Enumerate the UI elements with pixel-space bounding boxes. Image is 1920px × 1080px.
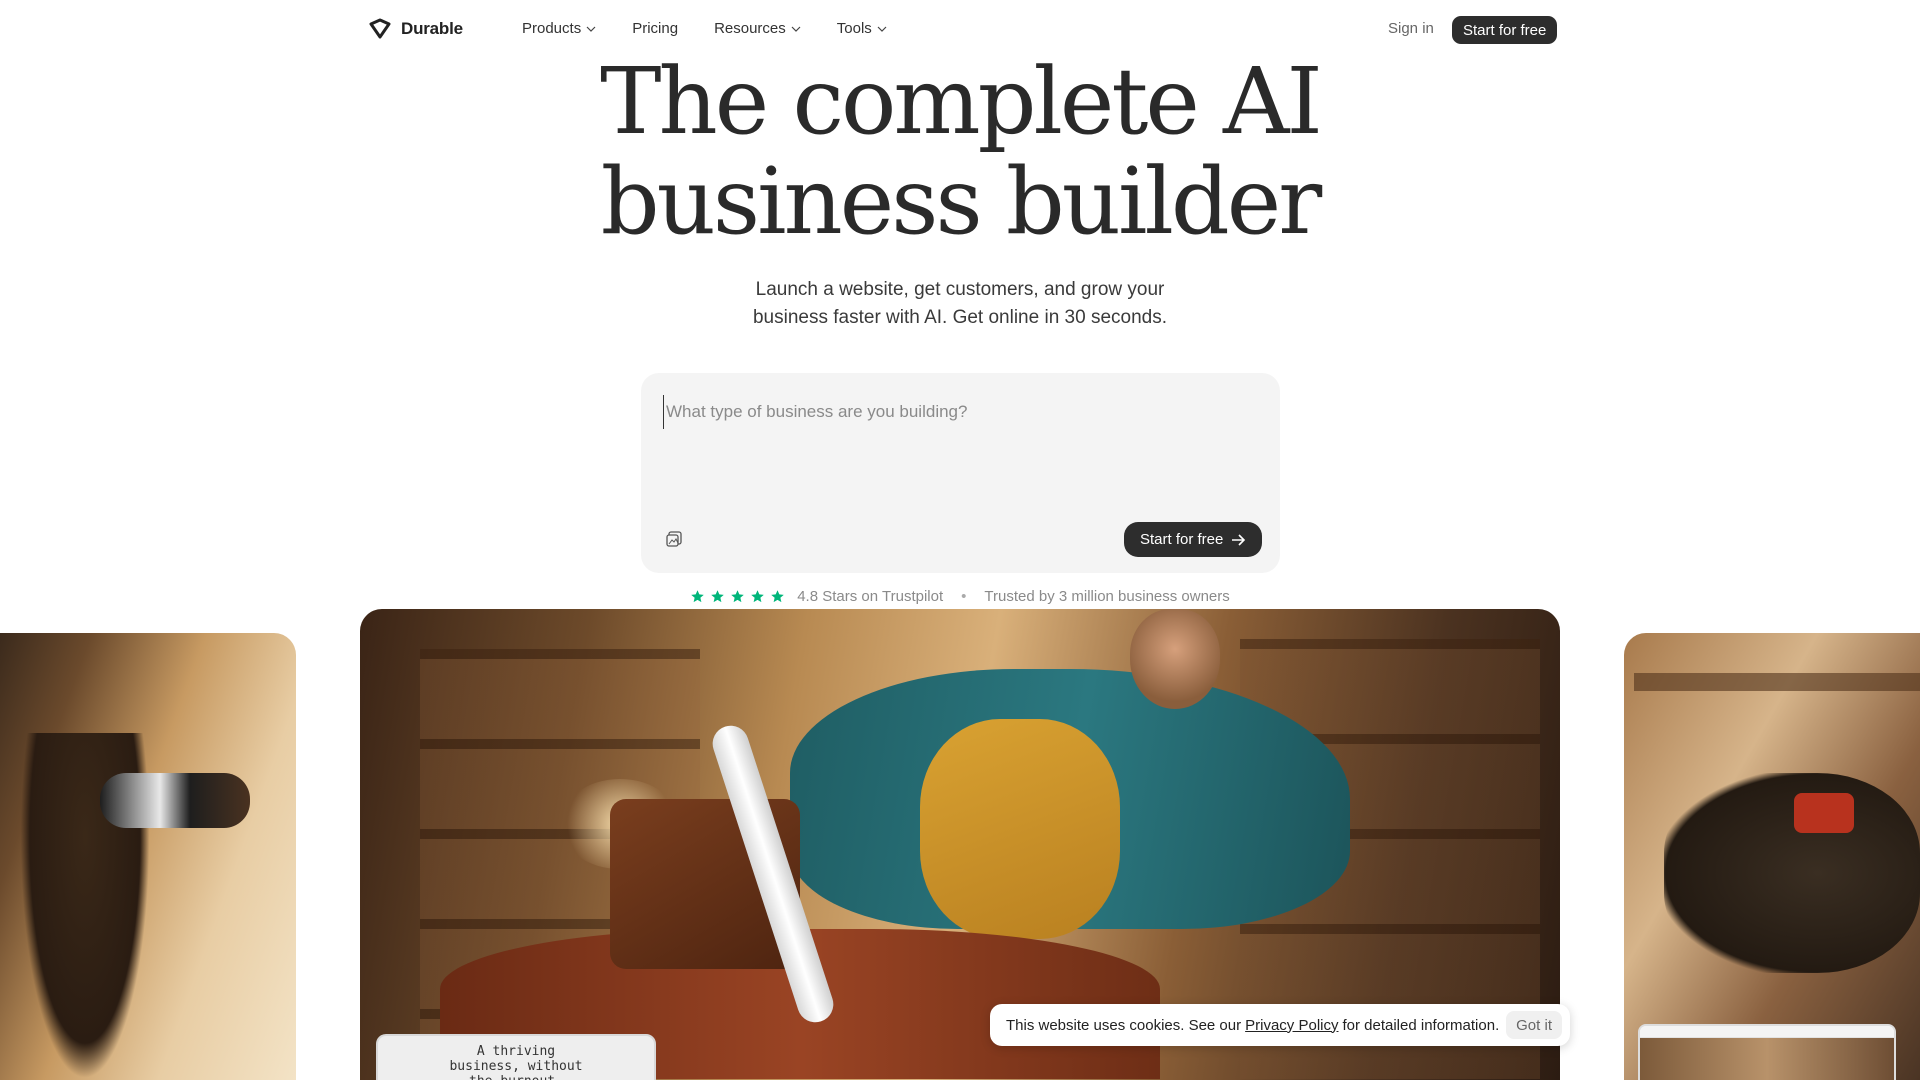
business-type-input[interactable] <box>663 395 1253 429</box>
chevron-down-icon <box>877 26 887 32</box>
nav-item-products[interactable]: Products <box>522 20 596 37</box>
star-icon <box>731 590 744 603</box>
business-prompt-box: Start for free <box>641 373 1280 573</box>
nav-item-tools[interactable]: Tools <box>837 20 887 37</box>
start-for-free-prompt-button[interactable]: Start for free <box>1124 522 1263 557</box>
nav-item-label: Tools <box>836 20 872 37</box>
businessman-head <box>1130 609 1220 709</box>
sign-in-link[interactable]: Sign in <box>1388 20 1434 37</box>
nav-item-label: Products <box>522 20 582 37</box>
gallery-image-contractor <box>1624 633 1920 1080</box>
hero-title-line-2: business builder <box>600 148 1322 255</box>
hero-subtitle: Launch a website, get customers, and gro… <box>0 276 1920 332</box>
camera-lens <box>100 773 250 828</box>
gallery-caption-card: A thriving business, without the burnout… <box>376 1034 656 1080</box>
trustpilot-stars <box>690 589 785 604</box>
arrow-right-icon <box>1232 533 1246 546</box>
separator-dot: • <box>961 588 967 605</box>
chevron-down-icon <box>791 26 801 32</box>
brand-logo[interactable]: Durable <box>367 18 463 40</box>
nav-item-pricing[interactable]: Pricing <box>632 20 678 37</box>
cookie-text-before: This website uses cookies. See our <box>1006 1016 1242 1034</box>
wood-frame <box>1634 673 1920 691</box>
attach-image-icon[interactable] <box>665 530 683 548</box>
star-icon <box>771 590 784 603</box>
star-icon <box>711 590 724 603</box>
hero-title-line-1: The complete AI <box>600 48 1323 155</box>
gallery-caption: A thriving business, without the burnout… <box>449 1044 583 1080</box>
chevron-down-icon <box>586 26 596 32</box>
start-for-free-nav-button[interactable]: Start for free <box>1452 16 1558 44</box>
preview-hero-image <box>1640 1038 1894 1080</box>
rating-text: 4.8 Stars on Trustpilot <box>797 588 944 605</box>
privacy-policy-link[interactable]: Privacy Policy <box>1245 1017 1338 1034</box>
hero-title: The complete AI business builder <box>0 52 1920 252</box>
hero-subtitle-line-1: Launch a website, get customers, and gro… <box>755 279 1165 300</box>
hero-subtitle-line-2: business faster with AI. Get online in 3… <box>752 307 1167 328</box>
preview-browser-bar <box>1640 1026 1894 1038</box>
nav-item-label: Resources <box>714 20 786 37</box>
nav-links: Products Pricing Resources Tools <box>522 20 887 37</box>
contractor-figure <box>1664 773 1920 973</box>
website-preview-thumbnail <box>1638 1024 1896 1080</box>
nav-item-label: Pricing <box>632 20 679 37</box>
star-icon <box>691 590 704 603</box>
power-drill <box>1794 793 1854 833</box>
star-icon <box>751 590 764 603</box>
durable-logo-icon <box>369 18 391 39</box>
prompt-cta-label: Start for free <box>1140 531 1224 548</box>
gallery-image-photographer <box>0 633 296 1080</box>
brand-name: Durable <box>401 19 463 38</box>
cookie-banner: This website uses cookies. See our Priva… <box>990 1004 1570 1046</box>
businessman-sweater <box>920 719 1120 939</box>
trust-rating-row: 4.8 Stars on Trustpilot • Trusted by 3 m… <box>0 588 1920 605</box>
cookie-got-it-button[interactable]: Got it <box>1506 1011 1562 1039</box>
cookie-text-after: for detailed information. <box>1342 1016 1500 1034</box>
nav-item-resources[interactable]: Resources <box>714 20 801 37</box>
trust-text: Trusted by 3 million business owners <box>984 588 1230 605</box>
